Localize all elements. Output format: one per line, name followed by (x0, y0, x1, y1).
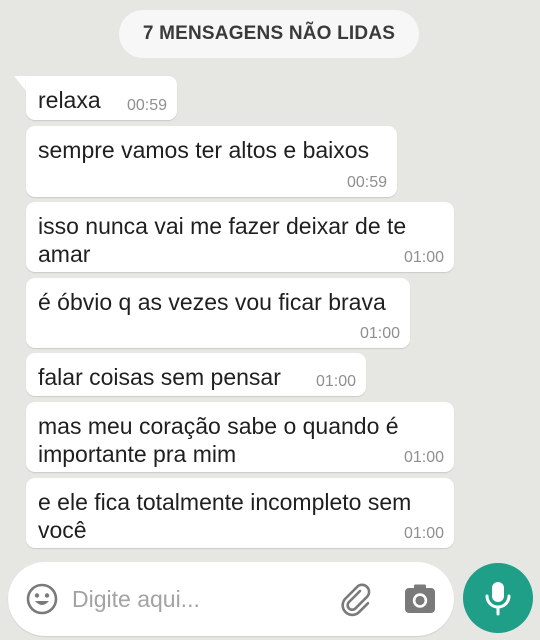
paperclip-icon[interactable] (338, 582, 374, 618)
message-text: e ele fica totalmente incompleto sem voc… (38, 489, 412, 543)
message-time: 01:00 (403, 449, 444, 466)
message-time: 01:00 (403, 525, 444, 542)
microphone-icon (485, 582, 511, 616)
message-bubble[interactable]: relaxa 00:59 (26, 76, 177, 120)
message-text: sempre vamos ter altos e baixos (38, 137, 370, 163)
message-time: 01:00 (359, 325, 400, 342)
message-bubble[interactable]: e ele fica totalmente incompleto sem voc… (26, 478, 454, 548)
camera-icon[interactable] (404, 583, 436, 615)
microphone-button[interactable] (463, 563, 533, 633)
message-bubble[interactable]: é óbvio q as vezes vou ficar brava 01:00 (26, 278, 410, 348)
message-bubble[interactable]: mas meu coração sabe o quando é importan… (26, 402, 454, 472)
message-bubble[interactable]: isso nunca vai me fazer deixar de te ama… (26, 202, 454, 272)
message-composer[interactable]: Digite aqui... (8, 562, 454, 636)
message-text: isso nunca vai me fazer deixar de te ama… (38, 213, 407, 267)
message-time: 01:00 (315, 373, 356, 390)
message-text: falar coisas sem pensar (38, 364, 281, 390)
message-text: mas meu coração sabe o quando é importan… (38, 413, 399, 467)
message-time: 01:00 (403, 249, 444, 266)
message-time: 00:59 (346, 174, 387, 191)
unread-messages-label: 7 MENSAGENS NÃO LIDAS (142, 23, 396, 44)
message-bubble[interactable]: falar coisas sem pensar 01:00 (26, 353, 366, 396)
message-bubble[interactable]: sempre vamos ter altos e baixos 00:59 (26, 126, 397, 197)
message-text: relaxa (38, 87, 101, 113)
message-time: 00:59 (126, 97, 167, 114)
emoji-icon[interactable] (26, 583, 58, 615)
message-text: é óbvio q as vezes vou ficar brava (38, 289, 386, 315)
message-input[interactable]: Digite aqui... (72, 586, 200, 613)
unread-messages-banner: 7 MENSAGENS NÃO LIDAS (119, 10, 419, 58)
